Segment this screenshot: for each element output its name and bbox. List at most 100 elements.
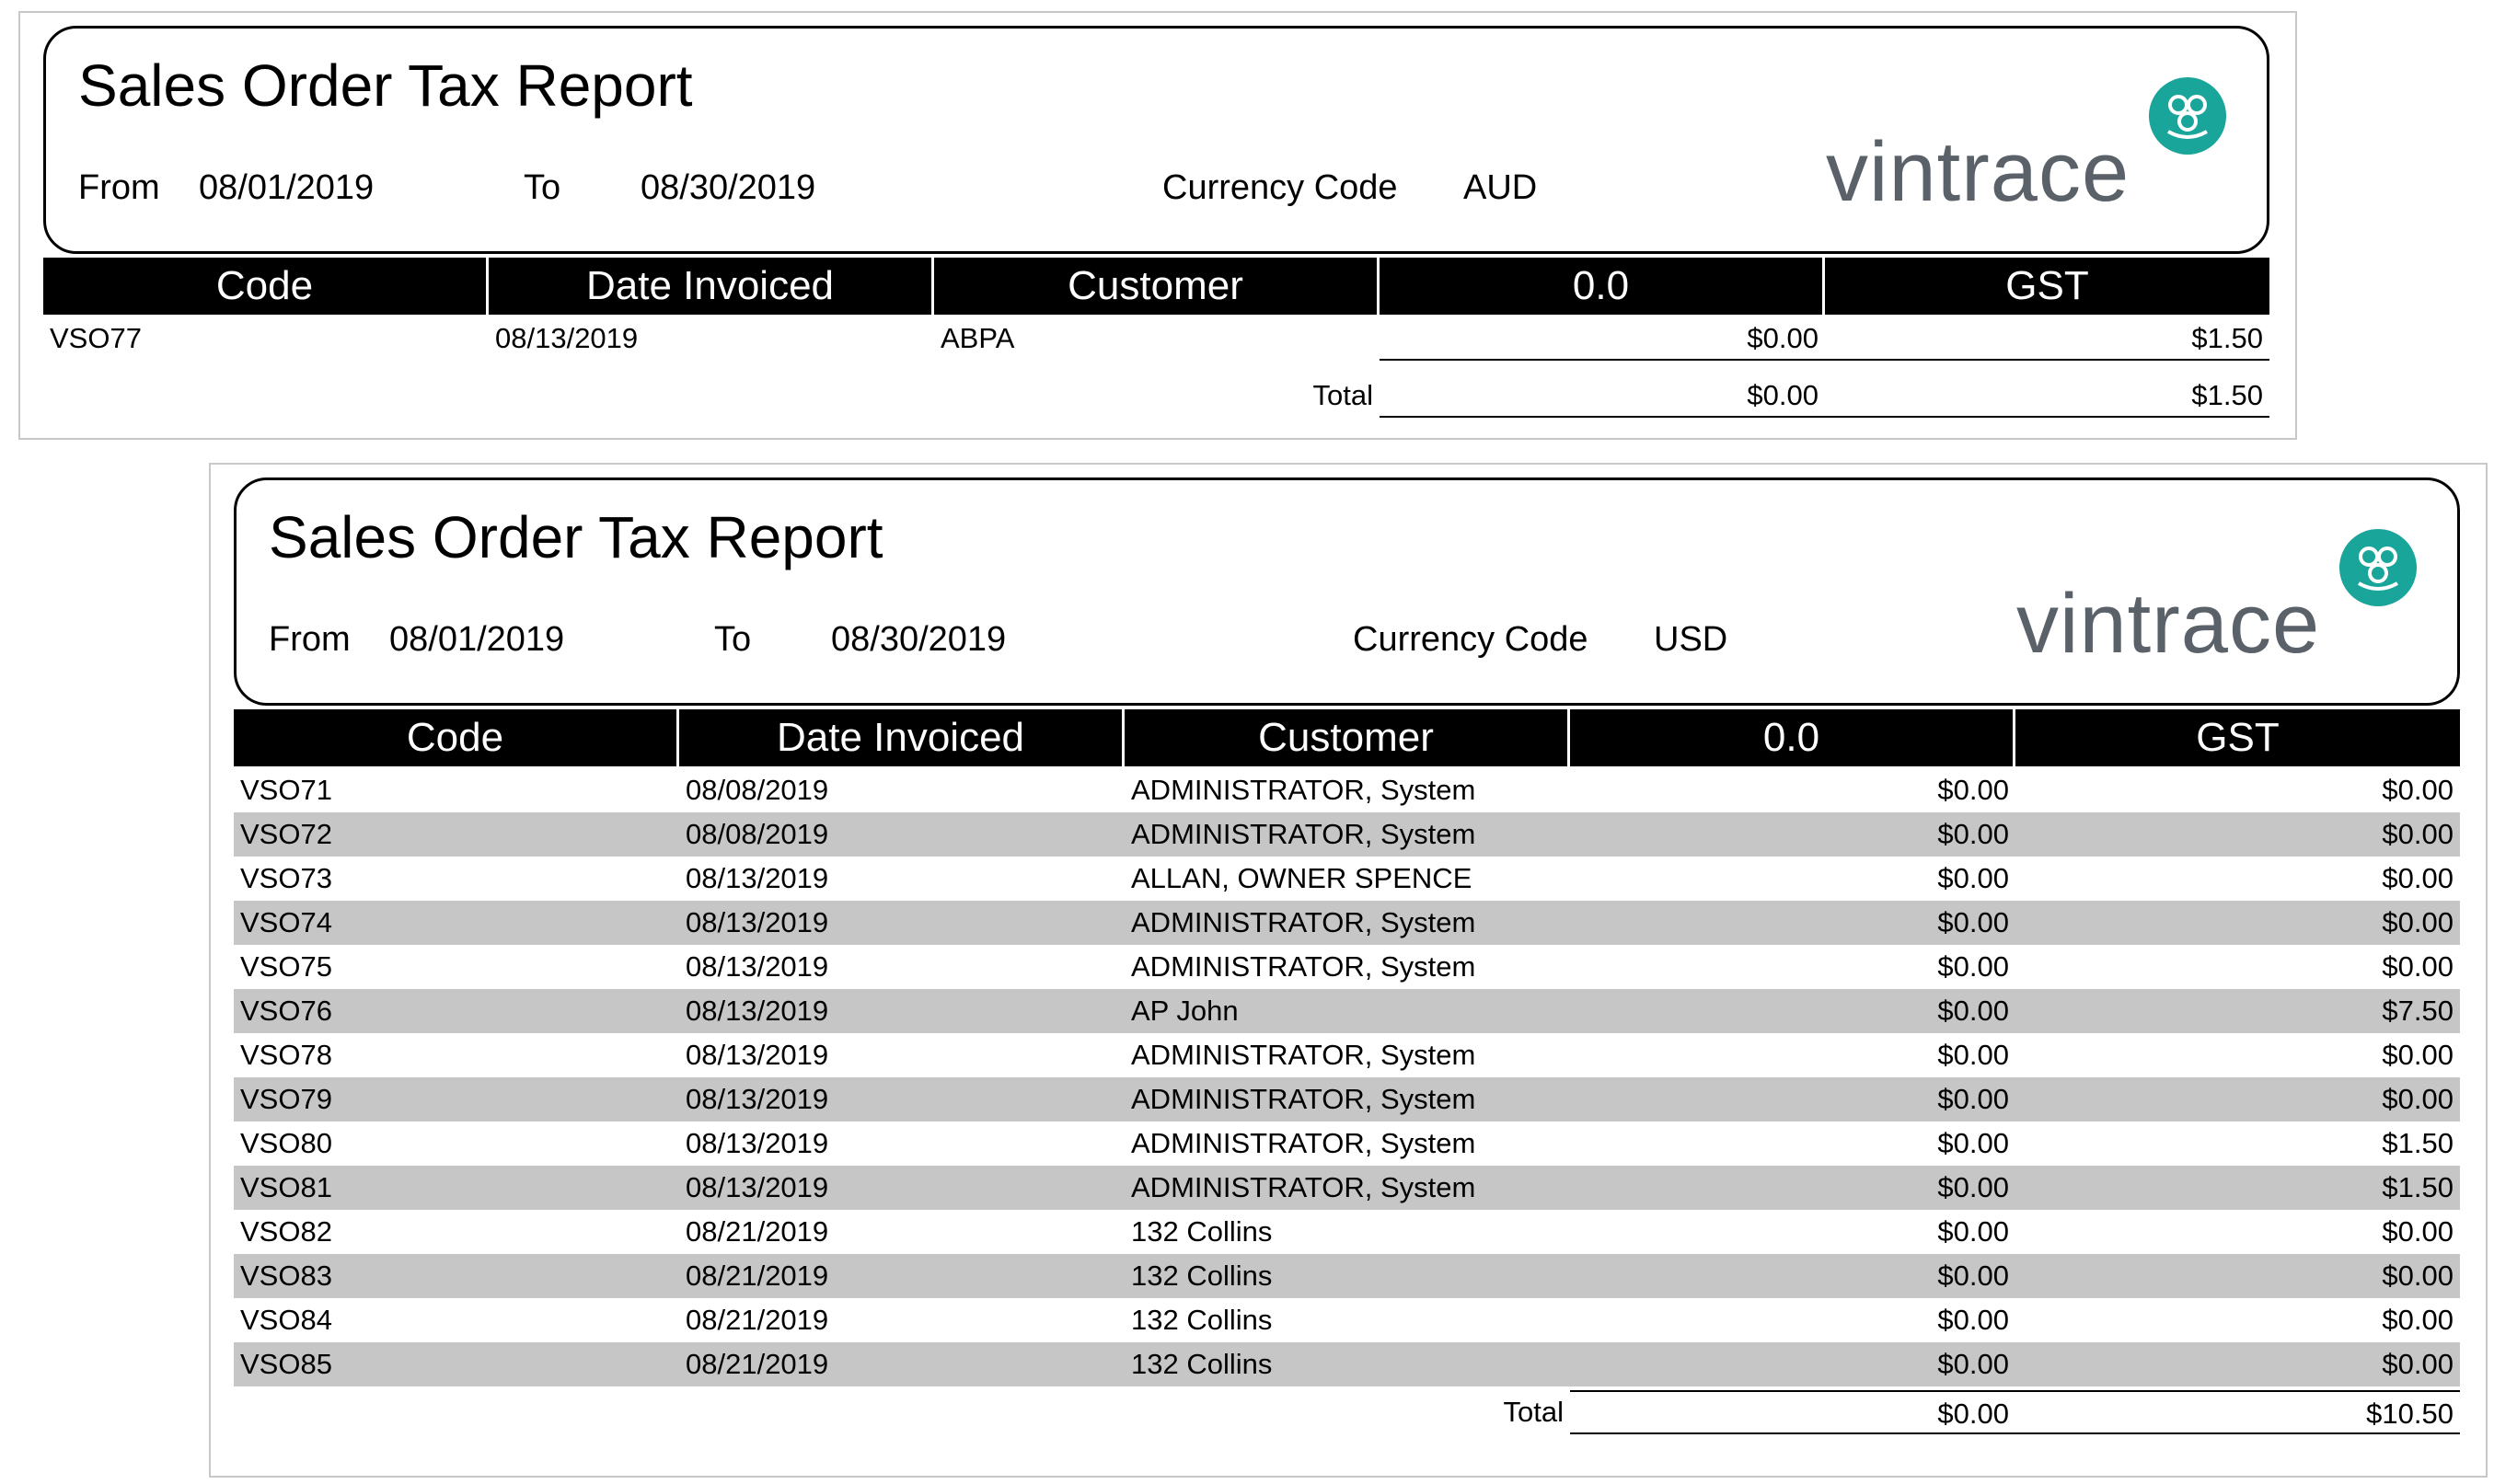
currency-value: AUD bbox=[1463, 168, 1538, 207]
column-header-code: Code bbox=[234, 709, 679, 766]
cell-date: 08/21/2019 bbox=[686, 1304, 829, 1336]
cell-date: 08/21/2019 bbox=[686, 1260, 829, 1292]
cell-customer: ADMINISTRATOR, System bbox=[1131, 1127, 1476, 1159]
report-rows: VSO77 08/13/2019 ABPA $0.00 $1.50 bbox=[43, 316, 2269, 361]
report-rows: VSO71 08/08/2019 ADMINISTRATOR, System $… bbox=[234, 768, 2460, 1386]
total-gst: $1.50 bbox=[1825, 374, 2269, 418]
cell-customer: 132 Collins bbox=[1131, 1260, 1273, 1292]
cell-date: 08/13/2019 bbox=[495, 322, 639, 354]
vintrace-logo: vintrace bbox=[2016, 528, 2440, 666]
table-row: VSO85 08/21/2019 132 Collins $0.00 $0.00 bbox=[234, 1342, 2460, 1386]
from-date: 08/01/2019 bbox=[389, 620, 565, 659]
cell-code: VSO72 bbox=[240, 818, 332, 850]
table-row: VSO82 08/21/2019 132 Collins $0.00 $0.00 bbox=[234, 1210, 2460, 1254]
cell-gst: $0.00 bbox=[2382, 1260, 2454, 1292]
cell-code: VSO83 bbox=[240, 1260, 332, 1292]
to-date: 08/30/2019 bbox=[831, 620, 1007, 659]
report-usd: Sales Order Tax Report From 08/01/2019 T… bbox=[209, 463, 2488, 1478]
cell-code: VSO75 bbox=[240, 950, 332, 983]
table-row: VSO84 08/21/2019 132 Collins $0.00 $0.00 bbox=[234, 1298, 2460, 1342]
table-row: VSO76 08/13/2019 AP John $0.00 $7.50 bbox=[234, 989, 2460, 1033]
total-row: Total $0.00 $1.50 bbox=[43, 374, 2269, 418]
cell-customer: AP John bbox=[1131, 995, 1239, 1027]
cell-zero-rate: $0.00 bbox=[1937, 1348, 2009, 1380]
cell-zero-rate: $0.00 bbox=[1937, 774, 2009, 806]
cell-gst: $0.00 bbox=[2382, 1215, 2454, 1248]
cell-gst: $1.50 bbox=[2382, 1127, 2454, 1159]
total-row: Total $0.00 $10.50 bbox=[234, 1390, 2460, 1434]
cell-customer: ADMINISTRATOR, System bbox=[1131, 774, 1476, 806]
cell-date: 08/13/2019 bbox=[686, 995, 829, 1027]
column-header-date-invoiced: Date Invoiced bbox=[679, 709, 1125, 766]
cell-gst: $0.00 bbox=[2382, 862, 2454, 894]
total-label: Total bbox=[1503, 1396, 1564, 1428]
cell-gst: $0.00 bbox=[2382, 1348, 2454, 1380]
cell-zero-rate: $0.00 bbox=[1937, 950, 2009, 983]
cell-gst: $0.00 bbox=[2382, 950, 2454, 983]
cell-zero-rate: $0.00 bbox=[1937, 862, 2009, 894]
vintrace-logo: vintrace bbox=[1826, 76, 2249, 214]
cell-customer: ADMINISTRATOR, System bbox=[1131, 818, 1476, 850]
cell-zero-rate: $0.00 bbox=[1937, 1127, 2009, 1159]
total-gst: $10.50 bbox=[2015, 1390, 2460, 1434]
report-header-box: Sales Order Tax Report From 08/01/2019 T… bbox=[43, 26, 2269, 254]
cell-code: VSO74 bbox=[240, 906, 332, 938]
cell-zero-rate: $0.00 bbox=[1937, 1304, 2009, 1336]
cell-zero-rate: $0.00 bbox=[1937, 906, 2009, 938]
cell-customer: 132 Collins bbox=[1131, 1304, 1273, 1336]
cell-date: 08/13/2019 bbox=[686, 862, 829, 894]
cell-code: VSO85 bbox=[240, 1348, 332, 1380]
to-label: To bbox=[524, 168, 561, 207]
total-zero-rate: $0.00 bbox=[1570, 1390, 2015, 1434]
cell-customer: ABPA bbox=[941, 322, 1015, 354]
cell-gst: $1.50 bbox=[1825, 316, 2269, 361]
cell-gst: $0.00 bbox=[2382, 774, 2454, 806]
cell-date: 08/13/2019 bbox=[686, 950, 829, 983]
logo-wordmark: vintrace bbox=[2016, 577, 2321, 671]
report-title: Sales Order Tax Report bbox=[269, 504, 883, 570]
table-row: VSO74 08/13/2019 ADMINISTRATOR, System $… bbox=[234, 901, 2460, 945]
from-label: From bbox=[78, 168, 160, 207]
cell-date: 08/13/2019 bbox=[686, 906, 829, 938]
currency-value: USD bbox=[1654, 620, 1728, 659]
cell-code: VSO80 bbox=[240, 1127, 332, 1159]
cell-code: VSO76 bbox=[240, 995, 332, 1027]
cell-zero-rate: $0.00 bbox=[1937, 818, 2009, 850]
cell-customer: ADMINISTRATOR, System bbox=[1131, 906, 1476, 938]
column-header-zero-rate: 0.0 bbox=[1380, 258, 1825, 315]
cell-zero-rate: $0.00 bbox=[1937, 1039, 2009, 1071]
cell-date: 08/13/2019 bbox=[686, 1039, 829, 1071]
column-header-gst: GST bbox=[2196, 715, 2280, 760]
cell-code: VSO78 bbox=[240, 1039, 332, 1071]
table-row: VSO81 08/13/2019 ADMINISTRATOR, System $… bbox=[234, 1166, 2460, 1210]
report-header-box: Sales Order Tax Report From 08/01/2019 T… bbox=[234, 477, 2460, 706]
cell-customer: 132 Collins bbox=[1131, 1348, 1273, 1380]
table-row: VSO79 08/13/2019 ADMINISTRATOR, System $… bbox=[234, 1077, 2460, 1122]
table-row: VSO71 08/08/2019 ADMINISTRATOR, System $… bbox=[234, 768, 2460, 812]
column-header-zero-rate: 0.0 bbox=[1570, 709, 2015, 766]
cell-date: 08/13/2019 bbox=[686, 1083, 829, 1115]
grape-cluster-icon bbox=[2149, 77, 2226, 155]
cell-zero-rate: $0.00 bbox=[1380, 316, 1825, 361]
column-header-code: Code bbox=[43, 258, 489, 315]
cell-gst: $1.50 bbox=[2382, 1171, 2454, 1203]
cell-gst: $7.50 bbox=[2382, 995, 2454, 1027]
cell-gst: $0.00 bbox=[2382, 906, 2454, 938]
total-label: Total bbox=[1312, 379, 1373, 411]
column-header-customer: Customer bbox=[934, 258, 1380, 315]
cell-code: VSO84 bbox=[240, 1304, 332, 1336]
cell-date: 08/08/2019 bbox=[686, 818, 829, 850]
column-header-gst: GST bbox=[2005, 263, 2089, 308]
column-header-customer: Customer bbox=[1125, 709, 1570, 766]
total-zero-rate: $0.00 bbox=[1380, 374, 1825, 418]
table-row: VSO73 08/13/2019 ALLAN, OWNER SPENCE $0.… bbox=[234, 857, 2460, 901]
cell-customer: ADMINISTRATOR, System bbox=[1131, 1171, 1476, 1203]
from-date: 08/01/2019 bbox=[199, 168, 375, 207]
cell-code: VSO82 bbox=[240, 1215, 332, 1248]
cell-code: VSO77 bbox=[50, 322, 142, 354]
cell-code: VSO71 bbox=[240, 774, 332, 806]
from-label: From bbox=[269, 620, 351, 659]
cell-code: VSO73 bbox=[240, 862, 332, 894]
to-label: To bbox=[714, 620, 752, 659]
grape-cluster-icon bbox=[2339, 529, 2417, 606]
